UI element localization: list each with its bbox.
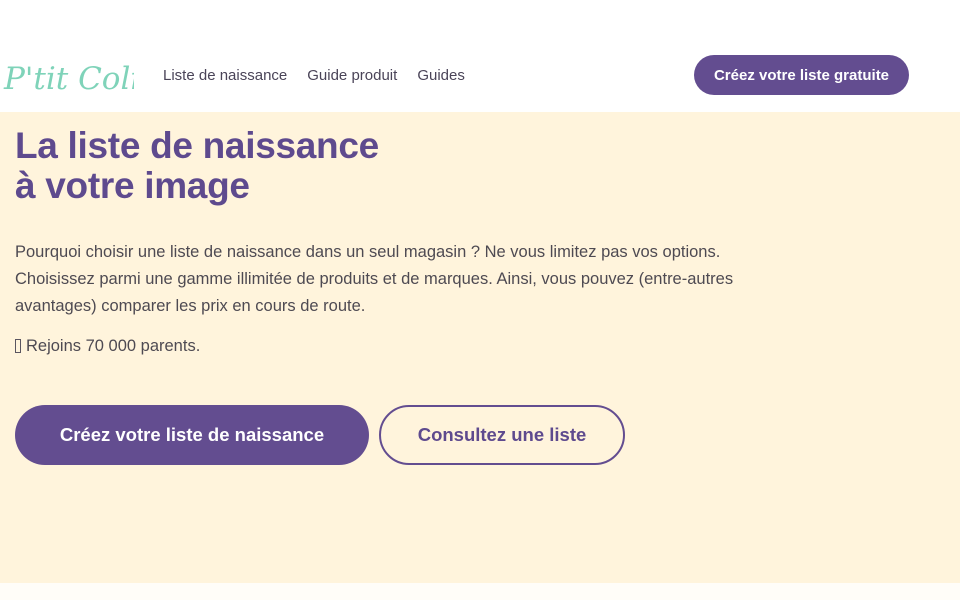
next-section-edge — [0, 583, 960, 600]
consult-list-button[interactable]: Consultez une liste — [379, 405, 625, 465]
hero-title: La liste de naissance à votre image — [15, 126, 379, 206]
logo[interactable]: P'tit Colis — [2, 54, 134, 98]
create-birth-list-button[interactable]: Créez votre liste de naissance — [15, 405, 369, 465]
main-nav: Liste de naissance Guide produit Guides — [163, 66, 465, 86]
nav-item-guides[interactable]: Guides — [417, 66, 465, 86]
nav-item-guide-produit[interactable]: Guide produit — [307, 66, 397, 86]
hero-section: La liste de naissance à votre image Pour… — [0, 112, 960, 583]
nav-item-liste-de-naissance[interactable]: Liste de naissance — [163, 66, 287, 86]
ptit-colis-logo: P'tit Colis — [3, 61, 134, 97]
join-parents-text: Rejoins 70 000 parents. — [26, 337, 201, 355]
page: P'tit Colis Liste de naissance Guide pro… — [0, 0, 960, 600]
create-free-list-button[interactable]: Créez votre liste gratuite — [694, 55, 909, 95]
hero-description: Pourquoi choisir une liste de naissance … — [15, 243, 734, 315]
hero-title-line-2: à votre image — [15, 165, 250, 206]
missing-glyph-icon — [15, 339, 21, 353]
site-header: P'tit Colis Liste de naissance Guide pro… — [0, 0, 960, 112]
svg-text:P'tit Colis: P'tit Colis — [3, 61, 134, 97]
join-parents-line: Rejoins 70 000 parents. — [15, 334, 200, 358]
hero-title-line-1: La liste de naissance — [15, 125, 379, 166]
